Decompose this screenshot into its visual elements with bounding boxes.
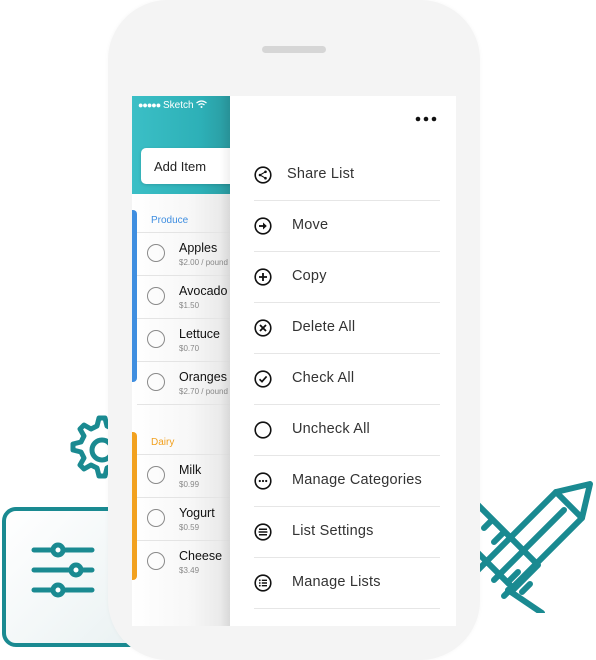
menu-item-share-list[interactable]: Share List [254, 150, 440, 201]
plus-circle-icon [254, 268, 272, 286]
arrow-right-circle-icon [254, 217, 272, 235]
drawer-shadow [220, 96, 230, 626]
pencil-ruler-icon [478, 481, 593, 613]
options-drawer: Share List Move Copy Delete All Check Al… [230, 96, 456, 626]
menu-item-label: List Settings [292, 523, 374, 539]
menu-item-uncheck-all[interactable]: Uncheck All [254, 405, 440, 456]
item-name: Cheese [179, 549, 223, 563]
item-checkbox[interactable] [147, 330, 165, 348]
category-title: Produce [151, 215, 189, 226]
item-name: Milk [179, 463, 202, 477]
list-header: ●●●●● Sketch Add Item [132, 96, 241, 194]
menu-item-label: Check All [292, 370, 355, 386]
shopping-list-screen: ●●●●● Sketch Add Item Produce Apples $2.… [132, 96, 241, 626]
menu-item-copy[interactable]: Copy [254, 252, 440, 303]
menu-circle-icon [254, 523, 272, 541]
category-title: Dairy [151, 437, 175, 448]
carrier-name: Sketch [162, 100, 194, 111]
menu-item-manage-lists[interactable]: Manage Lists [254, 558, 440, 609]
item-price: $0.99 [179, 480, 200, 489]
item-name: Yogurt [179, 506, 215, 520]
sliders-icon [31, 542, 95, 598]
menu-item-label: Copy [292, 268, 327, 284]
share-icon [254, 166, 272, 184]
list-item[interactable]: Milk $0.99 [137, 455, 230, 498]
menu-item-label: Move [292, 217, 329, 233]
menu-item-delete-all[interactable]: Delete All [254, 303, 440, 354]
options-menu: Share List Move Copy Delete All Check Al… [254, 150, 440, 609]
item-checkbox[interactable] [147, 509, 165, 527]
signal-icon: ●●●●● [138, 100, 161, 110]
phone-screen: ●●●●● Sketch Add Item Produce Apples $2.… [132, 96, 456, 626]
list-circle-icon [254, 574, 272, 592]
check-circle-icon [254, 370, 272, 388]
menu-item-label: Delete All [292, 319, 356, 335]
status-bar: ●●●●● Sketch [138, 100, 208, 111]
menu-item-check-all[interactable]: Check All [254, 354, 440, 405]
item-checkbox[interactable] [147, 373, 165, 391]
list-item[interactable]: Oranges $2.70 / pound [137, 362, 230, 405]
menu-item-manage-categories[interactable]: Manage Categories [254, 456, 440, 507]
list-item[interactable]: Apples $2.00 / pound [137, 233, 230, 276]
more-horizontal-icon[interactable] [413, 112, 439, 126]
item-checkbox[interactable] [147, 466, 165, 484]
menu-item-list-settings[interactable]: List Settings [254, 507, 440, 558]
item-name: Lettuce [179, 327, 221, 341]
more-circle-icon [254, 472, 272, 490]
item-checkbox[interactable] [147, 552, 165, 570]
menu-item-label: Manage Lists [292, 574, 381, 590]
empty-circle-icon [254, 421, 272, 439]
menu-item-label: Manage Categories [292, 472, 422, 488]
list-item[interactable]: Yogurt $0.59 [137, 498, 230, 541]
item-checkbox[interactable] [147, 287, 165, 305]
wifi-icon [196, 100, 208, 108]
add-item-placeholder: Add Item [154, 159, 207, 174]
list-item[interactable]: Cheese $3.49 [137, 541, 230, 583]
item-checkbox[interactable] [147, 244, 165, 262]
item-price: $0.70 [179, 344, 200, 353]
item-price: $1.50 [179, 301, 200, 310]
item-price: $3.49 [179, 566, 200, 575]
x-circle-icon [254, 319, 272, 337]
list-item[interactable]: Lettuce $0.70 [137, 319, 230, 362]
item-price: $0.59 [179, 523, 200, 532]
menu-item-label: Uncheck All [292, 421, 370, 437]
menu-item-label: Share List [287, 166, 355, 182]
menu-item-move[interactable]: Move [254, 201, 440, 252]
list-item[interactable]: Avocado $1.50 [137, 276, 230, 319]
item-name: Apples [179, 241, 218, 255]
phone-speaker [262, 46, 326, 53]
